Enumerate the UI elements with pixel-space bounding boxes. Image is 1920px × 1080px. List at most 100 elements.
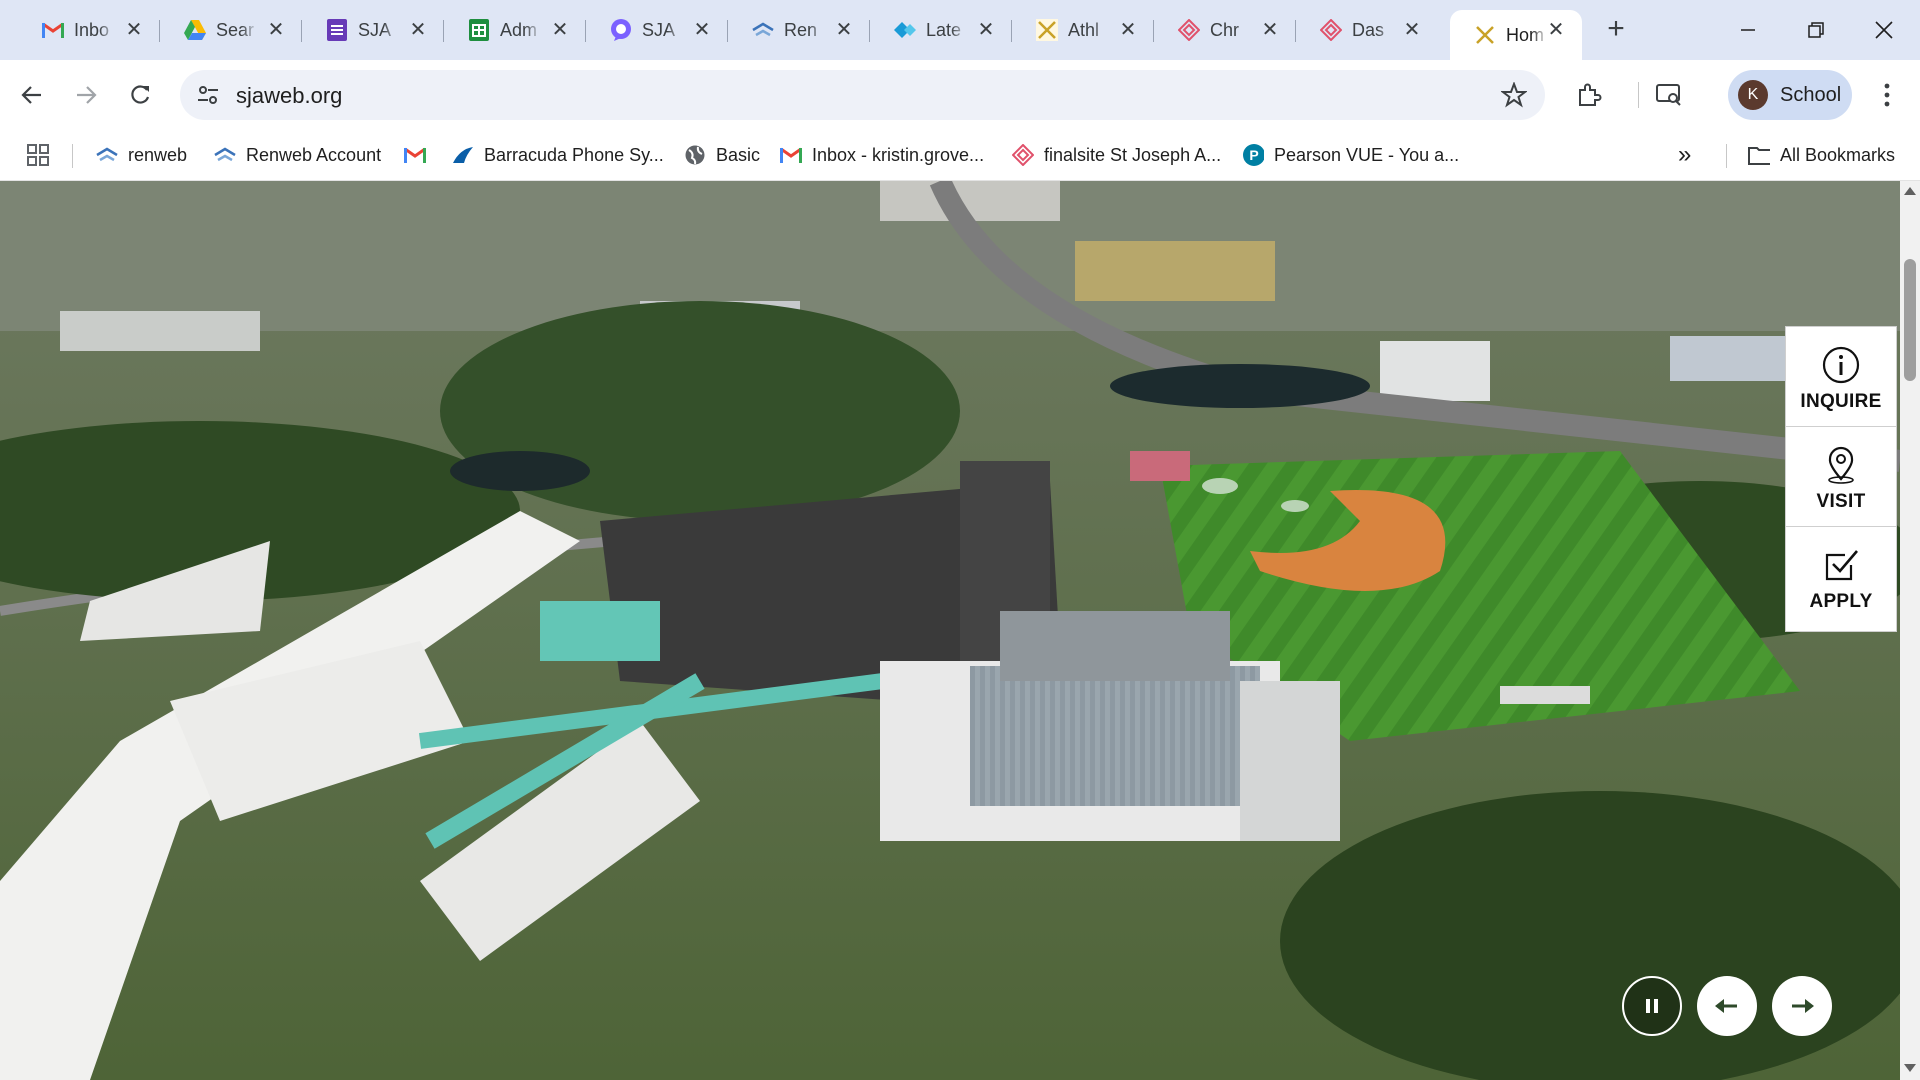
back-button[interactable] <box>12 75 52 115</box>
renweb-icon <box>96 144 118 166</box>
tab-renweb[interactable]: Ren ✕ <box>728 10 870 50</box>
bookmarks-overflow-button[interactable]: » <box>1678 141 1691 168</box>
pearson-icon: P <box>1242 144 1264 166</box>
tab-google-sheets[interactable]: Adm ✕ <box>444 10 586 50</box>
close-icon[interactable]: ✕ <box>122 18 146 42</box>
bookmark-renweb[interactable]: renweb <box>96 142 187 168</box>
close-icon[interactable]: ✕ <box>1400 18 1424 42</box>
slideshow-next-button[interactable] <box>1772 976 1832 1036</box>
minimize-button[interactable] <box>1728 12 1768 48</box>
bookmark-label: Barracuda Phone Sy... <box>484 144 664 165</box>
tab-title: Late <box>926 19 962 40</box>
scrollbar-thumb[interactable] <box>1904 259 1916 381</box>
renweb-icon <box>214 144 236 166</box>
close-icon[interactable]: ✕ <box>264 18 288 42</box>
profile-chip[interactable]: K School <box>1728 70 1852 120</box>
tab-chat[interactable]: SJA ✕ <box>586 10 728 50</box>
more-menu-icon[interactable] <box>1872 80 1902 110</box>
tab-google-forms[interactable]: SJA ✕ <box>302 10 444 50</box>
restore-icon <box>1808 22 1824 38</box>
tab-search-button[interactable] <box>1654 80 1684 110</box>
map-pin-icon <box>1828 446 1854 484</box>
bookmark-renweb-account[interactable]: Renweb Account <box>214 142 381 168</box>
tab-title: SJA <box>642 19 676 40</box>
gmail-icon <box>780 144 802 166</box>
tab-title: Chr <box>1210 19 1240 40</box>
bookmark-pearson-vue[interactable]: P Pearson VUE - You a... <box>1242 142 1459 168</box>
finalsite-x-icon <box>1036 19 1058 41</box>
folder-icon <box>1748 144 1770 166</box>
gmail-icon <box>42 19 64 41</box>
site-info-icon[interactable] <box>196 83 220 107</box>
checkbox-icon <box>1825 550 1858 581</box>
scroll-down-icon[interactable] <box>1904 1064 1916 1072</box>
tab-title: Hom <box>1506 24 1545 45</box>
forward-button[interactable] <box>66 75 106 115</box>
tab-home-active[interactable]: Hom ✕ <box>1450 10 1582 60</box>
all-bookmarks-button[interactable]: All Bookmarks <box>1748 142 1895 168</box>
tab-chrome[interactable]: Chr ✕ <box>1154 10 1296 50</box>
finalsite-x-icon <box>1474 24 1496 46</box>
close-icon[interactable]: ✕ <box>1258 18 1282 42</box>
puzzle-icon <box>1579 83 1602 106</box>
new-tab-button[interactable]: + <box>1600 14 1632 46</box>
bookmark-star-icon[interactable] <box>1501 82 1527 108</box>
bookmark-finalsite[interactable]: finalsite St Joseph A... <box>1012 142 1221 168</box>
info-icon <box>1822 346 1860 384</box>
close-icon[interactable]: ✕ <box>1544 18 1568 42</box>
apps-button[interactable] <box>26 142 50 168</box>
url-text: sjaweb.org <box>236 83 343 108</box>
page-scrollbar[interactable] <box>1900 181 1920 1080</box>
bookmark-inbox[interactable]: Inbox - kristin.grove... <box>780 142 984 168</box>
bookmark-barracuda[interactable]: Barracuda Phone Sy... <box>452 142 664 168</box>
restore-button[interactable] <box>1796 12 1836 48</box>
tab-title: Das <box>1352 19 1385 40</box>
close-icon[interactable]: ✕ <box>406 18 430 42</box>
bookmark-label: Pearson VUE - You a... <box>1274 144 1460 165</box>
all-bookmarks-label: All Bookmarks <box>1780 144 1896 165</box>
bookmark-basic[interactable]: Basic <box>684 142 760 168</box>
tab-later[interactable]: Late ✕ <box>870 10 1012 50</box>
bookmark-label: renweb <box>128 144 188 165</box>
tab-title: SJA <box>358 19 392 40</box>
close-window-button[interactable] <box>1864 12 1904 48</box>
bookmarks-bar: renweb Renweb Account Barracuda Phone Sy… <box>0 130 1920 181</box>
bookmark-label: Inbox - kristin.grove... <box>812 144 985 165</box>
profile-name: School <box>1780 83 1842 106</box>
tab-title: Ren <box>784 19 818 40</box>
visit-button[interactable]: VISIT <box>1785 426 1897 532</box>
reload-button[interactable] <box>120 75 160 115</box>
diamond-icon <box>894 19 916 41</box>
bookmark-label: finalsite St Joseph A... <box>1044 144 1222 165</box>
tab-dashboard[interactable]: Das ✕ <box>1296 10 1438 50</box>
scroll-up-icon[interactable] <box>1904 187 1916 195</box>
address-bar[interactable]: sjaweb.org <box>180 70 1545 120</box>
tab-gmail-inbox[interactable]: Inbo ✕ <box>18 10 160 50</box>
tab-google-drive[interactable]: Sear ✕ <box>160 10 302 50</box>
tab-title: Athl <box>1068 19 1100 40</box>
gmail-icon <box>404 144 426 166</box>
chat-icon <box>610 19 632 41</box>
pause-icon <box>1646 999 1658 1013</box>
apply-label: APPLY <box>1809 591 1873 612</box>
google-sheets-icon <box>468 19 490 41</box>
bookmark-gmail[interactable] <box>404 142 436 168</box>
close-icon[interactable]: ✕ <box>548 18 572 42</box>
tab-title: Adm <box>500 19 538 40</box>
close-icon[interactable]: ✕ <box>690 18 714 42</box>
finalsite-icon <box>1320 19 1342 41</box>
avatar: K <box>1738 80 1768 110</box>
inquire-button[interactable]: INQUIRE <box>1785 326 1897 432</box>
slideshow-prev-button[interactable] <box>1697 976 1757 1036</box>
close-icon[interactable]: ✕ <box>974 18 998 42</box>
tab-athletics[interactable]: Athl ✕ <box>1012 10 1154 50</box>
slideshow-pause-button[interactable] <box>1622 976 1682 1036</box>
google-forms-icon <box>326 19 348 41</box>
close-icon <box>1875 21 1893 39</box>
close-icon[interactable]: ✕ <box>832 18 856 42</box>
google-drive-icon <box>184 19 206 41</box>
tab-title: Sear <box>216 19 255 40</box>
extensions-button[interactable] <box>1574 80 1604 110</box>
close-icon[interactable]: ✕ <box>1116 18 1140 42</box>
apply-button[interactable]: APPLY <box>1785 526 1897 632</box>
